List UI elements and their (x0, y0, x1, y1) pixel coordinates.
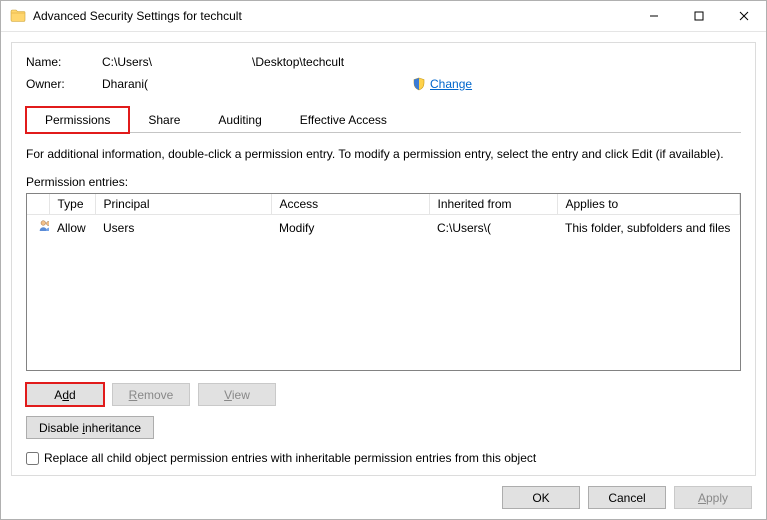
change-owner-link[interactable]: Change (430, 77, 472, 91)
content-outer: Name: C:\Users\ \Desktop\techcult Owner:… (1, 32, 766, 520)
add-button[interactable]: Add (26, 383, 104, 406)
cell-access: Modify (271, 215, 429, 241)
tab-effective-access[interactable]: Effective Access (281, 107, 406, 133)
tab-permissions[interactable]: Permissions (26, 107, 129, 133)
folder-icon (10, 8, 26, 24)
window-title: Advanced Security Settings for techcult (33, 9, 631, 23)
close-button[interactable] (721, 1, 766, 31)
ok-button[interactable]: OK (502, 486, 580, 509)
table-header-row: Type Principal Access Inherited from App… (27, 194, 740, 215)
maximize-button[interactable] (676, 1, 721, 31)
replace-child-label[interactable]: Replace all child object permission entr… (44, 451, 536, 465)
replace-child-row: Replace all child object permission entr… (26, 451, 741, 465)
cancel-button[interactable]: Cancel (588, 486, 666, 509)
col-icon-header[interactable] (27, 194, 49, 215)
name-label: Name: (26, 55, 102, 69)
name-row: Name: C:\Users\ \Desktop\techcult (26, 55, 741, 69)
cell-type: Allow (49, 215, 95, 241)
cell-applies: This folder, subfolders and files (557, 215, 740, 241)
col-applies-header[interactable]: Applies to (557, 194, 740, 215)
permission-entries-label: Permission entries: (26, 175, 741, 189)
tab-auditing[interactable]: Auditing (199, 107, 280, 133)
titlebar: Advanced Security Settings for techcult (1, 1, 766, 32)
minimize-button[interactable] (631, 1, 676, 31)
col-type-header[interactable]: Type (49, 194, 95, 215)
table-row[interactable]: Allow Users Modify C:\Users\( This folde… (27, 215, 740, 241)
tab-share[interactable]: Share (129, 107, 199, 133)
name-value: C:\Users\ \Desktop\techcult (102, 55, 741, 69)
disable-inheritance-button[interactable]: Disable inheritance (26, 416, 154, 439)
owner-name: Dharani( (102, 77, 412, 91)
shield-icon (412, 77, 426, 91)
entry-buttons: Add Remove View (26, 383, 741, 406)
hint-text: For additional information, double-click… (26, 147, 741, 161)
remove-button: Remove (112, 383, 190, 406)
apply-button: Apply (674, 486, 752, 509)
security-settings-window: Advanced Security Settings for techcult … (0, 0, 767, 520)
owner-value: Dharani( Change (102, 77, 741, 91)
users-group-icon (38, 218, 49, 234)
cell-inherited: C:\Users\( (429, 215, 557, 241)
owner-label: Owner: (26, 77, 102, 91)
col-inherited-header[interactable]: Inherited from (429, 194, 557, 215)
owner-row: Owner: Dharani( Change (26, 77, 741, 91)
col-access-header[interactable]: Access (271, 194, 429, 215)
view-button: View (198, 383, 276, 406)
col-principal-header[interactable]: Principal (95, 194, 271, 215)
tab-strip: Permissions Share Auditing Effective Acc… (26, 107, 741, 133)
tab-panel: For additional information, double-click… (26, 132, 741, 465)
content-inner: Name: C:\Users\ \Desktop\techcult Owner:… (11, 42, 756, 476)
permission-table: Type Principal Access Inherited from App… (26, 193, 741, 371)
cell-principal: Users (95, 215, 271, 241)
replace-child-checkbox[interactable] (26, 452, 39, 465)
dialog-buttons: OK Cancel Apply (11, 476, 756, 511)
